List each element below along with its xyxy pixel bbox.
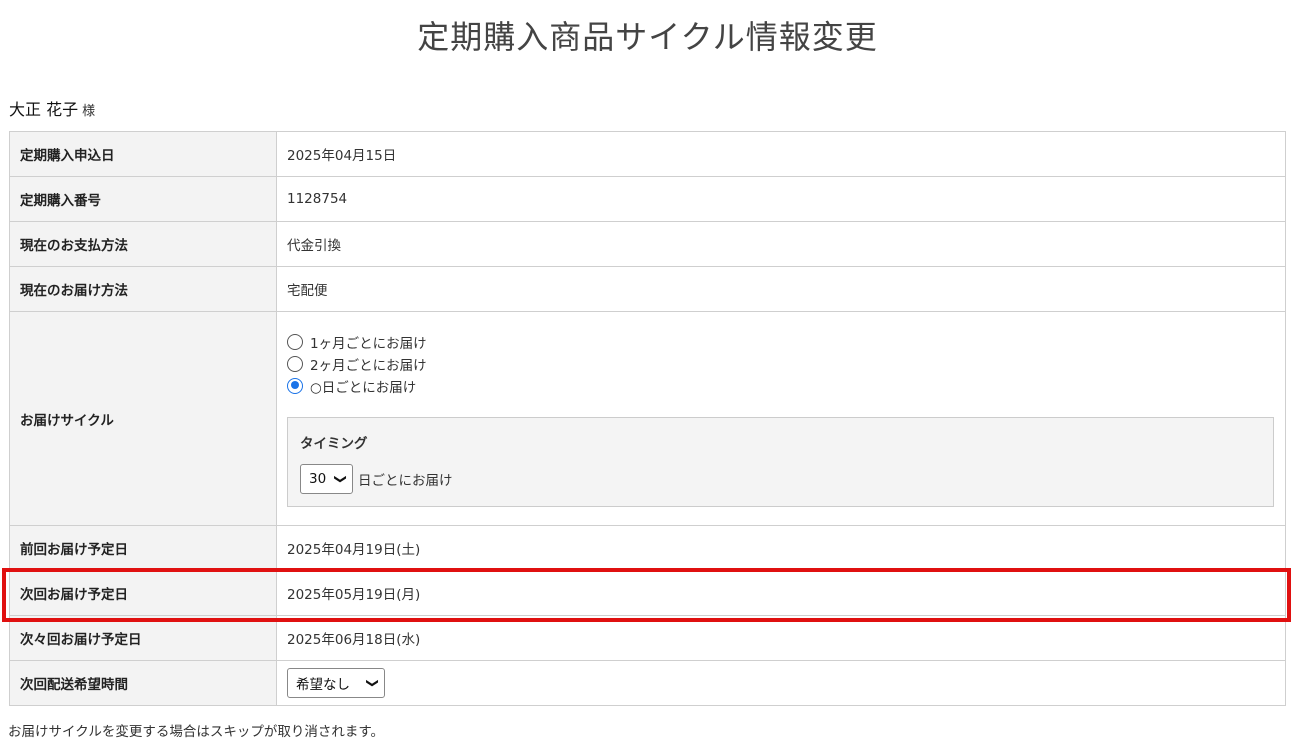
subscription-info-table: 定期購入申込日 2025年04月15日 定期購入番号 1128754 現在のお支… [9,131,1286,706]
timing-row: 30 ❯ 日ごとにお届け [300,463,1261,494]
next-next-delivery-date-value: 2025年06月18日(水) [276,615,1286,661]
cycle-option-days[interactable]: ○日ごとにお届け [287,375,1275,397]
payment-method-value: 代金引換 [276,221,1286,267]
chevron-down-icon: ❯ [333,473,348,484]
next-delivery-date-label: 次回お届け予定日 [9,570,277,616]
row-delivery-cycle: お届けサイクル 1ヶ月ごとにお届け 2ヶ月ごとにお届け ○日ごとにお届け タイミ… [9,311,1286,526]
radio-button-icon[interactable] [287,355,303,372]
next-next-delivery-date-label: 次々回お届け予定日 [9,615,277,661]
delivery-time-label: 次回配送希望時間 [9,660,277,706]
order-number-label: 定期購入番号 [9,176,277,222]
customer-honorific: 様 [82,104,96,119]
days-select[interactable]: 30 ❯ [300,463,353,494]
delivery-time-select[interactable]: 希望なし ❯ [287,668,385,698]
prev-delivery-date-value: 2025年04月19日(土) [276,525,1286,571]
payment-method-label: 現在のお支払方法 [9,221,277,267]
page: 定期購入商品サイクル情報変更 大正 花子様 定期購入申込日 2025年04月15… [0,0,1295,752]
page-title: 定期購入商品サイクル情報変更 [417,18,878,56]
row-apply-date: 定期購入申込日 2025年04月15日 [9,131,1286,177]
customer-name: 大正 花子 [9,100,79,119]
customer-name-line: 大正 花子様 [9,96,95,120]
row-prev-delivery-date: 前回お届け予定日 2025年04月19日(土) [9,525,1286,571]
cycle-option-2month[interactable]: 2ヶ月ごとにお届け [287,353,1275,375]
delivery-method-value: 宅配便 [276,266,1286,312]
delivery-cycle-value: 1ヶ月ごとにお届け 2ヶ月ごとにお届け ○日ごとにお届け タイミング 30 ❯ [276,311,1286,526]
delivery-cycle-label: お届けサイクル [9,311,277,526]
row-delivery-time: 次回配送希望時間 希望なし ❯ [9,660,1286,706]
cycle-option-label: 2ヶ月ごとにお届け [310,357,427,374]
timing-title: タイミング [300,435,368,452]
cycle-option-1month[interactable]: 1ヶ月ごとにお届け [287,331,1275,353]
row-delivery-method: 現在のお届け方法 宅配便 [9,266,1286,312]
days-select-value: 30 [309,470,327,487]
row-payment-method: 現在のお支払方法 代金引換 [9,221,1286,267]
delivery-time-select-value: 希望なし [296,677,350,693]
delivery-time-value: 希望なし ❯ [276,660,1286,706]
apply-date-value: 2025年04月15日 [276,131,1286,177]
row-next-delivery-date: 次回お届け予定日 2025年05月19日(月) [9,570,1286,616]
prev-delivery-date-label: 前回お届け予定日 [9,525,277,571]
next-delivery-date-value: 2025年05月19日(月) [276,570,1286,616]
delivery-method-label: 現在のお届け方法 [9,266,277,312]
order-number-value: 1128754 [276,176,1286,222]
timing-suffix: 日ごとにお届け [358,472,453,489]
footnote: お届けサイクルを変更する場合はスキップが取り消されます。 [8,724,384,740]
radio-button-icon[interactable] [287,333,303,350]
row-next-next-delivery-date: 次々回お届け予定日 2025年06月18日(水) [9,615,1286,661]
radio-button-checked-icon[interactable] [287,377,303,394]
row-order-number: 定期購入番号 1128754 [9,176,1286,222]
cycle-option-label: ○日ごとにお届け [310,379,417,396]
chevron-down-icon: ❯ [365,677,380,689]
cycle-option-label: 1ヶ月ごとにお届け [310,335,427,352]
timing-panel: タイミング 30 ❯ 日ごとにお届け [287,416,1274,507]
apply-date-label: 定期購入申込日 [9,131,277,177]
